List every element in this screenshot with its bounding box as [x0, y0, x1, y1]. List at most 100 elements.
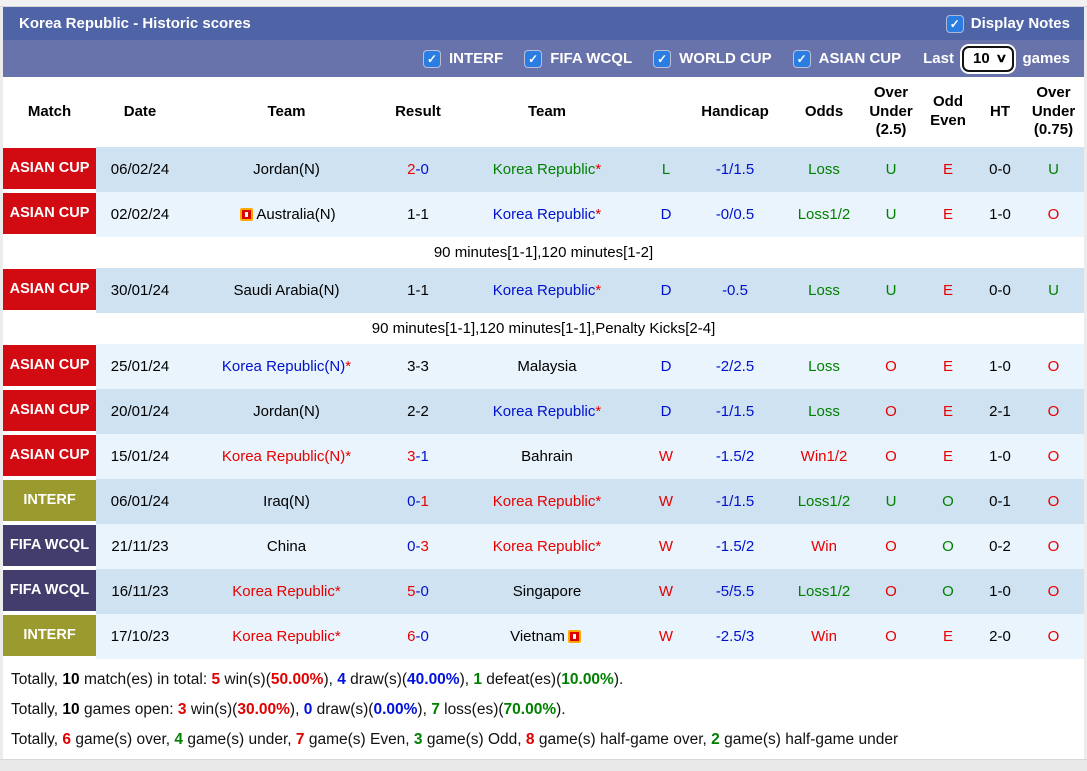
check-icon: ✓ — [426, 51, 438, 66]
match-note: 90 minutes[1-1],120 minutes[1-2] — [433, 244, 654, 261]
match-row: ASIAN CUP 02/02/24 Australia(N) 1-1 Korea Re… — [3, 192, 1084, 237]
matches-table: Match Date Team Result Team Handicap Odds Over … — [3, 77, 1084, 659]
result-score: 1-1 — [407, 282, 429, 299]
odds-result: Loss — [808, 282, 840, 299]
result-score: 2-0 — [407, 161, 429, 178]
page-top-strip — [0, 0, 1087, 7]
handicap-value: -1.5/2 — [715, 448, 755, 465]
odd-even: E — [942, 628, 953, 645]
result-score: 3-3 — [407, 358, 429, 375]
star-marker: * — [595, 403, 602, 420]
last-games-select[interactable]: 10 ∨ — [961, 45, 1015, 72]
competition-badge: FIFA WCQL — [3, 525, 96, 568]
handicap-result-letter: W — [658, 493, 674, 510]
column-header-11: Over Under (0.75) — [1031, 83, 1076, 139]
handicap-value: -0.5 — [722, 282, 748, 299]
competition-filter-label: FIFA WCQL — [550, 50, 633, 67]
team-name: Jordan(N) — [253, 403, 320, 420]
team-name: Korea Republic(N) — [221, 448, 346, 465]
team-name: Korea Republic — [492, 161, 596, 178]
match-row: ASIAN CUP 06/02/24 Jordan(N) 2-0 Korea Repub… — [3, 147, 1084, 192]
handicap-value: -0/0.5 — [715, 206, 755, 223]
summary-line-1: Totally, 10 match(es) in total: 5 win(s)… — [11, 671, 624, 688]
column-header-6: Handicap — [701, 102, 769, 120]
team-name: Korea Republic — [232, 583, 335, 600]
over-under-2-5: O — [885, 628, 897, 645]
column-header-2: Team — [267, 102, 306, 120]
match-date: 17/10/23 — [110, 628, 170, 645]
match-row: ASIAN CUP 25/01/24 Korea Republic(N)* 3-3 Ma… — [3, 344, 1084, 389]
result-score: 0-3 — [407, 538, 429, 555]
home-team: Australia(N) — [184, 192, 389, 237]
over-under-2-5: U — [885, 493, 897, 510]
match-row: FIFA WCQL 21/11/23 China 0-3 Korea Republic*… — [3, 524, 1084, 569]
competition-checkbox[interactable]: ✓ — [793, 50, 810, 67]
handicap-result-letter: W — [658, 538, 674, 555]
last-games-value: 10 — [972, 49, 990, 67]
result-score: 6-0 — [407, 628, 429, 645]
half-time-score: 0-0 — [989, 161, 1011, 178]
team-name: Vietnam — [510, 628, 565, 645]
odd-even: O — [942, 493, 954, 510]
handicap-value: -5/5.5 — [715, 583, 755, 600]
over-under-0-75: O — [1047, 628, 1060, 645]
half-time-score: 1-0 — [989, 448, 1011, 465]
competition-badge: ASIAN CUP — [3, 345, 96, 388]
match-row: INTERF 06/01/24 Iraq(N) 0-1 Korea Republic* W… — [3, 479, 1084, 524]
half-time-score: 2-1 — [989, 403, 1011, 420]
competition-badge: ASIAN CUP — [3, 435, 96, 478]
handicap-result-letter: D — [660, 358, 672, 375]
home-team: Korea Republic* — [184, 569, 389, 614]
handicap-result-letter: L — [661, 161, 671, 178]
team-name: Korea Republic — [492, 493, 596, 510]
over-under-2-5: O — [885, 358, 897, 375]
chevron-down-icon: ∨ — [994, 51, 1008, 65]
match-note-row: 90 minutes[1-1],120 minutes[1-2] — [3, 237, 1084, 268]
over-under-2-5: O — [885, 583, 897, 600]
over-under-0-75: O — [1047, 583, 1060, 600]
match-note: 90 minutes[1-1],120 minutes[1-1],Penalty… — [371, 320, 716, 337]
team-name: Korea Republic(N) — [221, 358, 346, 375]
star-marker: * — [334, 583, 341, 600]
star-marker: * — [595, 538, 602, 555]
match-date: 16/11/23 — [111, 583, 169, 600]
summary-section: Totally, 10 match(es) in total: 5 win(s)… — [3, 659, 1084, 759]
column-header-3: Result — [395, 102, 441, 120]
match-row: FIFA WCQL 16/11/23 Korea Republic* 5-0 Singa… — [3, 569, 1084, 614]
match-date: 06/01/24 — [110, 493, 170, 510]
check-icon: ✓ — [949, 16, 960, 31]
over-under-2-5: O — [885, 538, 897, 555]
match-row: ASIAN CUP 15/01/24 Korea Republic(N)* 3-1 Ba… — [3, 434, 1084, 479]
column-header-5 — [647, 77, 685, 147]
summary-line-2: Totally, 10 games open: 3 win(s)(30.00%)… — [11, 701, 566, 718]
competition-checkbox[interactable]: ✓ — [525, 50, 542, 67]
home-team: Iraq(N) — [184, 479, 389, 524]
home-team: Korea Republic(N)* — [184, 344, 389, 389]
handicap-value: -1/1.5 — [715, 493, 755, 510]
page-container: Korea Republic - Historic scores ✓ Displ… — [0, 7, 1087, 759]
display-notes-checkbox[interactable]: ✓ — [946, 15, 963, 32]
page-bottom-strip — [0, 759, 1087, 771]
match-date: 15/01/24 — [110, 448, 170, 465]
competition-checkbox[interactable]: ✓ — [424, 50, 441, 67]
competition-filter-label: ASIAN CUP — [818, 50, 902, 67]
half-time-score: 2-0 — [989, 628, 1011, 645]
home-team: Korea Republic(N)* — [184, 434, 389, 479]
match-date: 02/02/24 — [110, 206, 170, 223]
half-time-score: 1-0 — [989, 583, 1011, 600]
over-under-0-75: O — [1047, 448, 1060, 465]
result-score: 3-1 — [407, 448, 429, 465]
column-header-0: Match — [27, 102, 72, 120]
team-name: Korea Republic — [492, 403, 596, 420]
handicap-result-letter: W — [658, 628, 674, 645]
over-under-2-5: O — [885, 448, 897, 465]
over-under-2-5: U — [885, 206, 897, 223]
competition-badge: ASIAN CUP — [3, 269, 96, 312]
over-under-0-75: O — [1047, 403, 1060, 420]
handicap-result-letter: D — [660, 206, 672, 223]
competition-checkbox[interactable]: ✓ — [654, 50, 671, 67]
odds-result: Win1/2 — [800, 448, 848, 465]
handicap-value: -2/2.5 — [715, 358, 755, 375]
filter-item: ✓ INTERF — [424, 50, 503, 67]
display-notes-label: Display Notes — [970, 15, 1070, 32]
